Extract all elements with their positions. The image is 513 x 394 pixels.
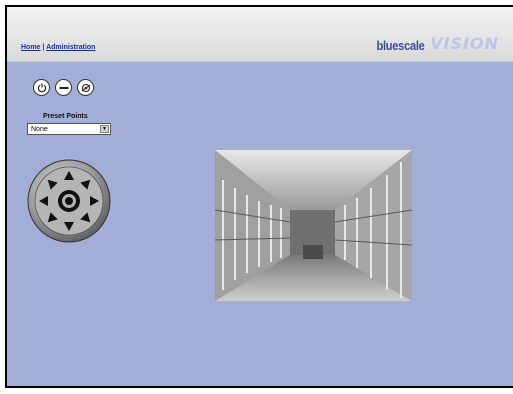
- minus-button[interactable]: [55, 79, 72, 96]
- app-frame: Home | Administration bluescale VISION P…: [5, 5, 513, 388]
- camera-video-feed[interactable]: [215, 150, 412, 301]
- preset-selected-value: None: [31, 125, 48, 133]
- settings-icon: [81, 83, 90, 92]
- breadcrumb-separator: |: [42, 44, 45, 51]
- dropdown-arrow-icon[interactable]: ▼: [100, 125, 109, 133]
- page-header: Home | Administration bluescale VISION: [7, 7, 513, 62]
- preset-points-select[interactable]: None ▼: [27, 123, 111, 135]
- preset-points-label: Preset Points: [43, 113, 88, 120]
- logo-product: VISION: [430, 34, 499, 53]
- administration-link[interactable]: Administration: [46, 44, 95, 51]
- settings-button[interactable]: [77, 79, 94, 96]
- power-button[interactable]: [33, 79, 50, 96]
- minus-icon: [59, 86, 68, 89]
- power-icon: [37, 83, 46, 92]
- home-link[interactable]: Home: [21, 44, 40, 51]
- control-buttons: [33, 79, 94, 96]
- breadcrumb: Home | Administration: [21, 44, 95, 51]
- logo-brand: bluescale: [376, 38, 425, 53]
- bluescale-vision-logo: bluescale VISION: [368, 33, 499, 53]
- ptz-control-pad: [27, 159, 111, 243]
